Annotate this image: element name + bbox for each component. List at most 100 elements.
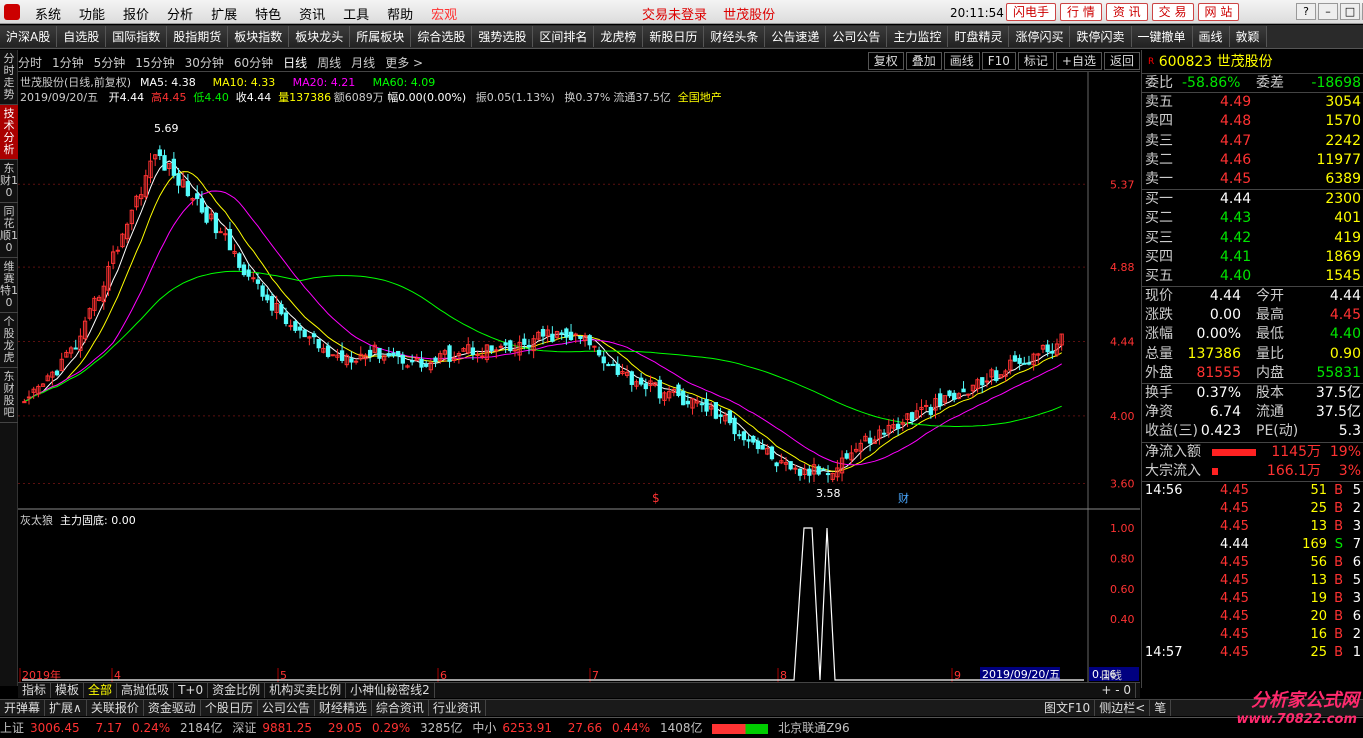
sell-level-5[interactable]: 卖五 4.49 3054 [1142, 93, 1363, 112]
menu-item-2[interactable]: 报价 [114, 4, 158, 23]
func-button-1[interactable]: 扩展∧ [45, 700, 87, 716]
toolbar-button-16[interactable]: 盯盘精灵 [948, 26, 1010, 47]
indicator-tab-4[interactable]: T+0 [174, 683, 209, 698]
help-icon[interactable]: ? [1296, 3, 1316, 20]
indicator-tab-2[interactable]: 全部 [84, 683, 118, 698]
buy-level-5[interactable]: 买五 4.40 1545 [1142, 267, 1363, 286]
chart-button-5[interactable]: +自选 [1055, 52, 1102, 70]
quick-button-4[interactable]: 网 站 [1197, 3, 1240, 21]
toolbar-button-1[interactable]: 自选股 [57, 26, 107, 47]
toolbar-button-17[interactable]: 涨停闪买 [1009, 26, 1071, 47]
indicator-tab-1[interactable]: 模板 [51, 683, 85, 698]
chart-button-6[interactable]: 返回 [1103, 52, 1140, 70]
zx-index[interactable]: 中小 6253.91 [472, 721, 558, 735]
toolbar-button-10[interactable]: 龙虎榜 [594, 26, 644, 47]
toolbar-button-0[interactable]: 沪深A股 [0, 26, 58, 47]
toolbar-button-12[interactable]: 财经头条 [704, 26, 766, 47]
tick-list[interactable]: 14:56 4.45 51 B 5 4.45 25 B 2 4.45 13 B 3 4.44 169 S 7 4.… [1142, 482, 1363, 662]
period-tab-7[interactable]: 周线 [317, 54, 341, 71]
sell-level-1[interactable]: 卖一 4.45 6389 [1142, 170, 1363, 189]
buy-level-3[interactable]: 买三 4.42 419 [1142, 229, 1363, 248]
period-tab-0[interactable]: 分时 [18, 54, 42, 71]
func-button-7[interactable]: 综合资讯 [372, 700, 429, 716]
indicator-tab-5[interactable]: 资金比例 [208, 683, 266, 698]
indicator-tab-3[interactable]: 高抛低吸 [117, 683, 175, 698]
buy-level-4[interactable]: 买四 4.41 1869 [1142, 248, 1363, 267]
period-tab-3[interactable]: 15分钟 [135, 54, 174, 71]
period-tab-6[interactable]: 日线 [283, 54, 307, 71]
quick-button-3[interactable]: 交 易 [1151, 3, 1194, 21]
left-tab-6[interactable]: 东财股吧 [0, 368, 18, 423]
chart-area[interactable]: 分时 1分钟 5分钟 15分钟 30分钟 60分钟 日线 周线 月线 更多 > 复权 叠加 画线 F10… [18, 50, 1140, 682]
toolbar-button-14[interactable]: 公司公告 [826, 26, 888, 47]
toolbar-button-9[interactable]: 区间排名 [533, 26, 595, 47]
toolbar-button-4[interactable]: 板块指数 [228, 26, 290, 47]
func-button-8[interactable]: 行业资讯 [429, 700, 486, 716]
menu-item-6[interactable]: 资讯 [290, 4, 334, 23]
func-button-3[interactable]: 资金驱动 [144, 700, 201, 716]
sz-index[interactable]: 深证 9881.25 [232, 721, 318, 735]
menu-item-5[interactable]: 特色 [246, 4, 290, 23]
sell-level-3[interactable]: 卖三 4.47 2242 [1142, 132, 1363, 151]
func-right-button-1[interactable]: 侧边栏< [1095, 700, 1151, 716]
indicator-tab-7[interactable]: 小神仙秘密线2 [346, 683, 435, 698]
period-tab-9[interactable]: 更多 > [385, 54, 423, 71]
toolbar-button-11[interactable]: 新股日历 [643, 26, 705, 47]
toolbar-button-3[interactable]: 股指期货 [167, 26, 229, 47]
toolbar-button-6[interactable]: 所属板块 [350, 26, 412, 47]
maximize-icon[interactable]: □ [1340, 3, 1360, 20]
toolbar-button-15[interactable]: 主力监控 [887, 26, 949, 47]
sell-level-2[interactable]: 卖二 4.46 11977 [1142, 151, 1363, 170]
toolbar-button-2[interactable]: 国际指数 [106, 26, 168, 47]
chart-button-3[interactable]: F10 [981, 52, 1016, 70]
trade-status[interactable]: 交易未登录 [642, 8, 707, 23]
buy-level-2[interactable]: 买二 4.43 401 [1142, 209, 1363, 228]
sh-index[interactable]: 上证 3006.45 [0, 721, 86, 735]
toolbar-button-5[interactable]: 板块龙头 [289, 26, 351, 47]
toolbar-button-20[interactable]: 画线 [1192, 26, 1230, 47]
toolbar-button-19[interactable]: 一键撤单 [1131, 26, 1193, 47]
left-tab-4[interactable]: 维赛特10 [0, 258, 18, 313]
left-tab-0[interactable]: 分时走势 [0, 50, 18, 105]
func-button-5[interactable]: 公司公告 [258, 700, 315, 716]
period-tab-1[interactable]: 1分钟 [52, 54, 84, 71]
toolbar-button-8[interactable]: 强势选股 [472, 26, 534, 47]
quick-button-0[interactable]: 闪电手 [1006, 3, 1057, 21]
period-tab-4[interactable]: 30分钟 [185, 54, 224, 71]
zoom-controls[interactable]: + - 0 [1097, 683, 1136, 698]
indicator-tab-0[interactable]: 指标 [18, 683, 52, 698]
func-button-0[interactable]: 开弹幕 [0, 700, 46, 716]
left-tab-3[interactable]: 同花顺10 [0, 203, 18, 258]
chart-button-0[interactable]: 复权 [867, 52, 904, 70]
period-tab-2[interactable]: 5分钟 [94, 54, 126, 71]
dividend-marker[interactable]: $ [652, 491, 660, 505]
toolbar-button-13[interactable]: 公告速递 [765, 26, 827, 47]
indicator-tab-6[interactable]: 机构买卖比例 [265, 683, 347, 698]
func-right-button-2[interactable]: 笔 [1150, 700, 1172, 716]
toolbar-button-21[interactable]: 敦颖 [1229, 26, 1267, 47]
server-status[interactable]: 北京联通Z96 [778, 721, 850, 735]
chart-svg[interactable]: 世茂股份(日线,前复权) MA5: 4.38 MA10: 4.33 MA20: 4.2… [18, 72, 1140, 682]
func-button-4[interactable]: 个股日历 [201, 700, 258, 716]
menu-item-1[interactable]: 功能 [70, 4, 114, 23]
menu-item-7[interactable]: 工具 [334, 4, 378, 23]
finance-marker[interactable]: 财 [898, 491, 909, 505]
minimize-icon[interactable]: – [1318, 3, 1338, 20]
toolbar-button-7[interactable]: 综合选股 [411, 26, 473, 47]
menu-item-3[interactable]: 分析 [158, 4, 202, 23]
buy-level-1[interactable]: 买一 4.44 2300 [1142, 190, 1363, 209]
menu-item-9[interactable]: 宏观 [422, 4, 466, 23]
quick-button-1[interactable]: 行 情 [1060, 3, 1102, 21]
quick-button-2[interactable]: 资 讯 [1105, 3, 1148, 21]
chart-button-4[interactable]: 标记 [1017, 52, 1054, 70]
left-tab-5[interactable]: 个股龙虎 [0, 313, 18, 368]
chart-button-1[interactable]: 叠加 [905, 52, 942, 70]
func-right-button-0[interactable]: 图文F10 [1040, 700, 1096, 716]
toolbar-button-18[interactable]: 跌停闪卖 [1070, 26, 1132, 47]
sell-level-4[interactable]: 卖四 4.48 1570 [1142, 112, 1363, 131]
period-tab-5[interactable]: 60分钟 [234, 54, 273, 71]
chart-button-2[interactable]: 画线 [943, 52, 980, 70]
menu-item-8[interactable]: 帮助 [378, 4, 422, 23]
func-button-6[interactable]: 财经精选 [315, 700, 372, 716]
left-tab-1[interactable]: 技术分析 [0, 105, 18, 160]
